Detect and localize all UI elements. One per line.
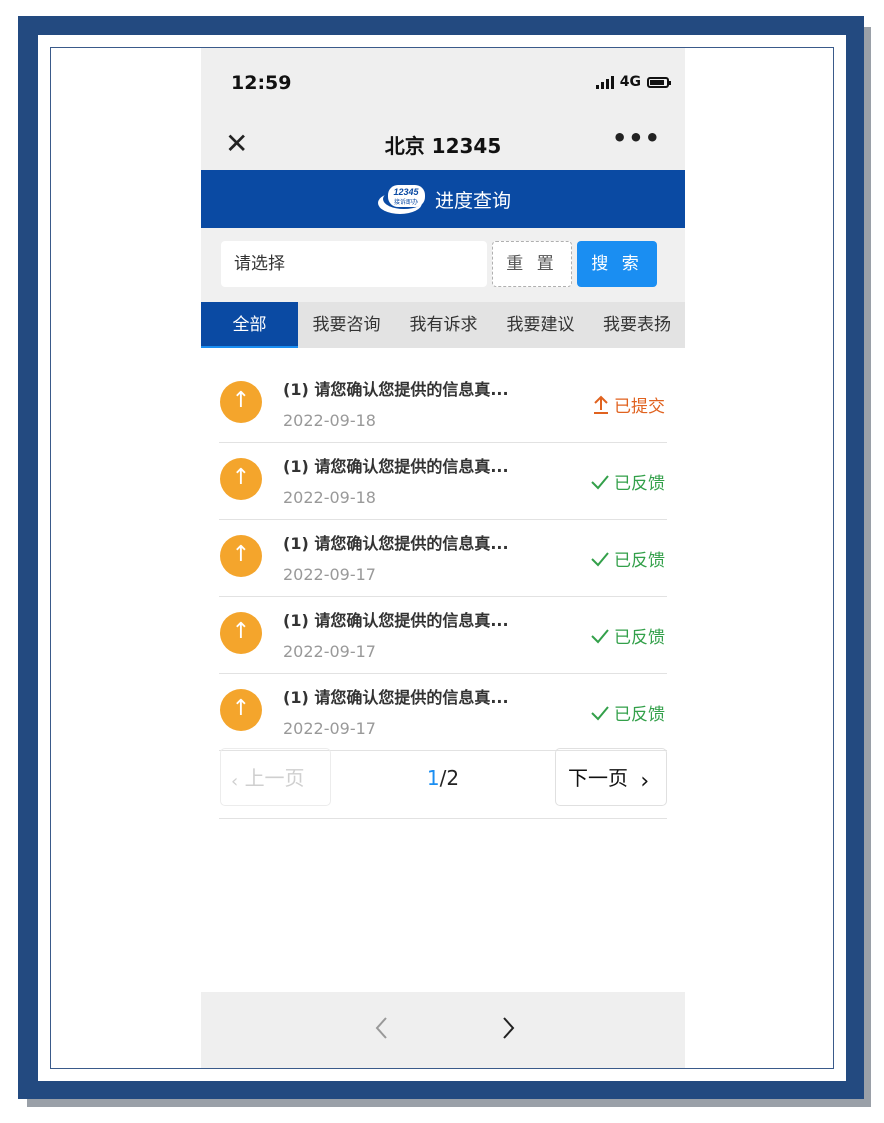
banner-title: 进度查询 [434,189,511,212]
status-label: 已反馈 [614,551,665,571]
hotline-logo-icon: 12345 接诉即办 [377,185,425,214]
current-page: 1 [426,766,440,790]
list-item[interactable]: ↑ (1) 请您确认您提供的信息真... 2022-09-18 已提交 [219,366,667,443]
status-badge: 已反馈 [590,623,665,648]
tab-suggest[interactable]: 我要建议 [492,302,589,348]
status-badge: 已反馈 [590,700,665,725]
upload-icon [594,395,608,414]
item-title: (1) 请您确认您提供的信息真... [283,380,509,399]
item-date: 2022-09-17 [283,565,376,584]
chevron-right-icon: › [640,769,650,794]
battery-icon [647,76,671,88]
status-label: 已反馈 [614,705,665,725]
reset-button[interactable]: 重 置 [492,241,572,287]
more-icon[interactable]: ••• [612,124,661,152]
status-indicators: 4G [595,74,671,90]
status-badge: 已提交 [592,392,665,417]
tab-praise[interactable]: 我要表扬 [589,302,685,348]
logo-text: 12345 [393,187,419,197]
item-title: (1) 请您确认您提供的信息真... [283,611,509,630]
status-label: 已反馈 [614,628,665,648]
nav-bar: ✕ 北京 12345 ••• [201,118,685,170]
arrow-up-icon: ↑ [220,458,262,500]
status-badge: 已反馈 [590,469,665,494]
arrow-up-icon: ↑ [220,689,262,731]
logo-subtext: 接诉即办 [394,198,418,206]
list-item[interactable]: ↑ (1) 请您确认您提供的信息真... 2022-09-17 已反馈 [219,674,667,751]
search-button[interactable]: 搜 索 [577,241,657,287]
check-icon [591,705,609,720]
network-label: 4G [619,74,641,90]
search-bar: 请选择 重 置 搜 索 [201,228,685,302]
tab-all[interactable]: 全部 [201,302,298,348]
arrow-up-icon: ↑ [220,535,262,577]
pagination: ‹ 上一页 1/2 下一页 › [219,746,667,819]
check-icon [591,628,609,643]
forward-icon[interactable] [499,1010,519,1046]
tab-bar: 全部 我要咨询 我有诉求 我要建议 我要表扬 [201,302,685,348]
status-badge: 已反馈 [590,546,665,571]
arrow-up-icon: ↑ [220,381,262,423]
item-title: (1) 请您确认您提供的信息真... [283,688,509,707]
back-icon[interactable] [371,1010,391,1046]
header-banner: 12345 接诉即办 进度查询 [201,170,685,228]
status-time: 12:59 [231,72,292,94]
status-label: 已反馈 [614,474,665,494]
signal-icon [595,75,614,89]
phone-screen: 12:59 4G ✕ 北京 12345 ••• 12345 接诉即办 进度查询 … [201,48,685,1068]
list-item[interactable]: ↑ (1) 请您确认您提供的信息真... 2022-09-17 已反馈 [219,520,667,597]
next-page-button[interactable]: 下一页 › [555,748,667,806]
tab-consult[interactable]: 我要咨询 [298,302,395,348]
item-date: 2022-09-18 [283,411,376,430]
item-date: 2022-09-18 [283,488,376,507]
item-title: (1) 请您确认您提供的信息真... [283,534,509,553]
list-item[interactable]: ↑ (1) 请您确认您提供的信息真... 2022-09-17 已反馈 [219,597,667,674]
check-icon [591,474,609,489]
item-date: 2022-09-17 [283,642,376,661]
check-icon [591,551,609,566]
total-pages: /2 [439,766,460,790]
browser-toolbar [201,992,685,1068]
item-title: (1) 请您确认您提供的信息真... [283,457,509,476]
list-item[interactable]: ↑ (1) 请您确认您提供的信息真... 2022-09-18 已反馈 [219,443,667,520]
next-page-label: 下一页 [568,766,628,790]
record-list: ↑ (1) 请您确认您提供的信息真... 2022-09-18 已提交 ↑ (1… [219,366,667,751]
status-bar: 12:59 4G [201,48,685,118]
arrow-up-icon: ↑ [220,612,262,654]
category-select[interactable]: 请选择 [221,241,487,287]
status-label: 已提交 [614,397,665,417]
item-date: 2022-09-17 [283,719,376,738]
tab-appeal[interactable]: 我有诉求 [395,302,492,348]
